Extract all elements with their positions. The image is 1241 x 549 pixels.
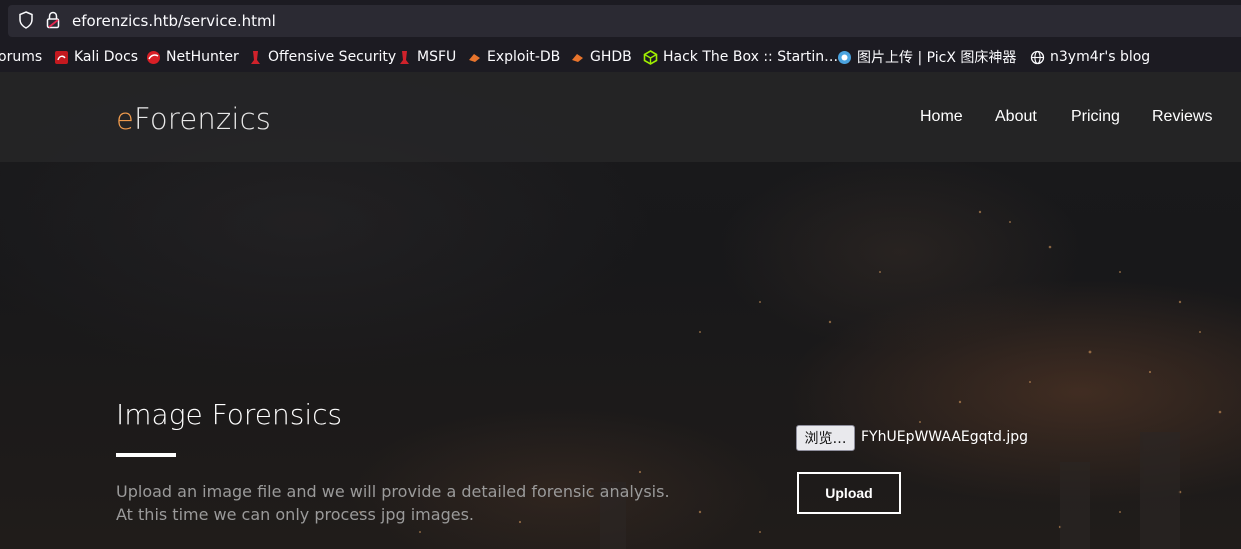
logo-e: e <box>116 102 135 136</box>
bookmark-label: Offensive Security <box>268 49 397 65</box>
bookmark-label: Exploit-DB <box>487 49 561 65</box>
nav-reviews[interactable]: Reviews <box>1152 108 1212 126</box>
bookmark-kali-docs[interactable]: Kali Docs <box>54 47 138 67</box>
nav-home[interactable]: Home <box>920 108 963 126</box>
exploit-db-icon <box>469 53 480 62</box>
kali-docs-icon <box>55 50 68 64</box>
offensive-security-icon <box>251 50 260 64</box>
description-line: Upload an image file and we will provide… <box>116 482 670 501</box>
browse-button[interactable]: 浏览… <box>796 425 855 451</box>
bookmark-label: Kali Docs <box>74 49 139 65</box>
selected-file-name: FYhUEpWWAAEgqtd.jpg <box>861 429 1029 445</box>
bookmark-nethunter[interactable]: NetHunter <box>146 47 239 67</box>
nav-pricing[interactable]: Pricing <box>1071 108 1120 126</box>
page-description: Upload an image file and we will provide… <box>116 480 670 526</box>
hackthebox-icon <box>643 49 658 65</box>
upload-button[interactable]: Upload <box>797 472 901 514</box>
bookmark-picx[interactable]: 图片上传 | PicX 图床神器 <box>837 47 1016 67</box>
ghdb-icon <box>572 53 583 62</box>
globe-icon <box>1030 50 1045 64</box>
site-logo[interactable]: eForenzics <box>116 102 271 136</box>
url-text[interactable]: eforenzics.htb/service.html <box>72 12 276 30</box>
bookmark-hackthebox[interactable]: Hack The Box :: Startin… <box>643 47 838 67</box>
nethunter-icon <box>147 50 160 64</box>
bookmark-forums[interactable]: orums <box>0 47 42 67</box>
bookmark-offensive-security[interactable]: Offensive Security <box>248 47 396 67</box>
bookmark-label: Hack The Box :: Startin… <box>663 49 839 65</box>
site-navbar: eForenzics Home About Pricing Reviews <box>0 72 1241 162</box>
bookmark-ghdb[interactable]: GHDB <box>570 47 632 67</box>
bookmark-exploit-db[interactable]: Exploit-DB <box>467 47 560 67</box>
bookmark-label: orums <box>0 49 43 65</box>
shield-icon[interactable] <box>18 11 34 29</box>
bookmark-blog[interactable]: n3ym4r's blog <box>1030 47 1150 67</box>
logo-text: Forenzics <box>134 102 272 136</box>
title-underline <box>116 453 176 457</box>
browser-toolbar: eforenzics.htb/service.html <box>0 0 1241 42</box>
bookmarks-toolbar: orums Kali Docs NetHunter Offensive Secu… <box>0 42 1241 72</box>
msfu-icon <box>400 50 409 64</box>
page-title: Image Forensics <box>116 398 343 431</box>
description-line: At this time we can only process jpg ima… <box>116 505 474 524</box>
bookmark-msfu[interactable]: MSFU <box>397 47 456 67</box>
bookmark-label: 图片上传 | PicX 图床神器 <box>857 50 1017 66</box>
bookmark-label: MSFU <box>417 49 457 65</box>
bookmark-label: NetHunter <box>166 49 239 65</box>
bookmark-label: n3ym4r's blog <box>1050 49 1151 65</box>
nav-about[interactable]: About <box>995 108 1037 126</box>
page-viewport: eForenzics Home About Pricing Reviews Im… <box>0 72 1241 549</box>
bookmark-label: GHDB <box>590 49 632 65</box>
lock-icon[interactable] <box>46 11 60 29</box>
picx-icon <box>838 50 851 64</box>
